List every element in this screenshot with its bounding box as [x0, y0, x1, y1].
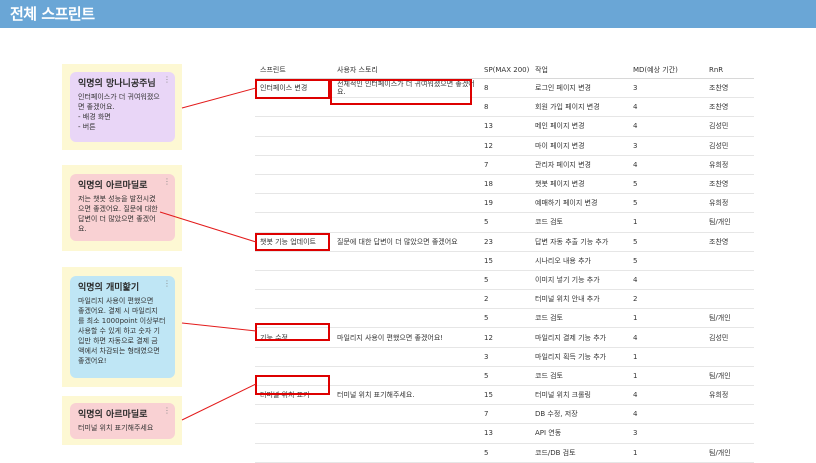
cell-rnr: 팀/개인 — [704, 443, 754, 463]
connector-lines — [159, 87, 257, 421]
cell-sp: 5 — [479, 443, 530, 463]
cell-sprint — [255, 443, 332, 463]
table-row: 5 코드/DB 검토 1 팀/개인 — [255, 443, 754, 463]
connector-line — [181, 87, 257, 109]
cell-md: 1 — [628, 443, 704, 463]
connector-line — [181, 383, 257, 421]
cell-user-story — [332, 443, 479, 463]
cell-task: 코드/DB 검토 — [530, 443, 628, 463]
connector-line — [159, 211, 257, 243]
connector-line — [181, 322, 257, 332]
